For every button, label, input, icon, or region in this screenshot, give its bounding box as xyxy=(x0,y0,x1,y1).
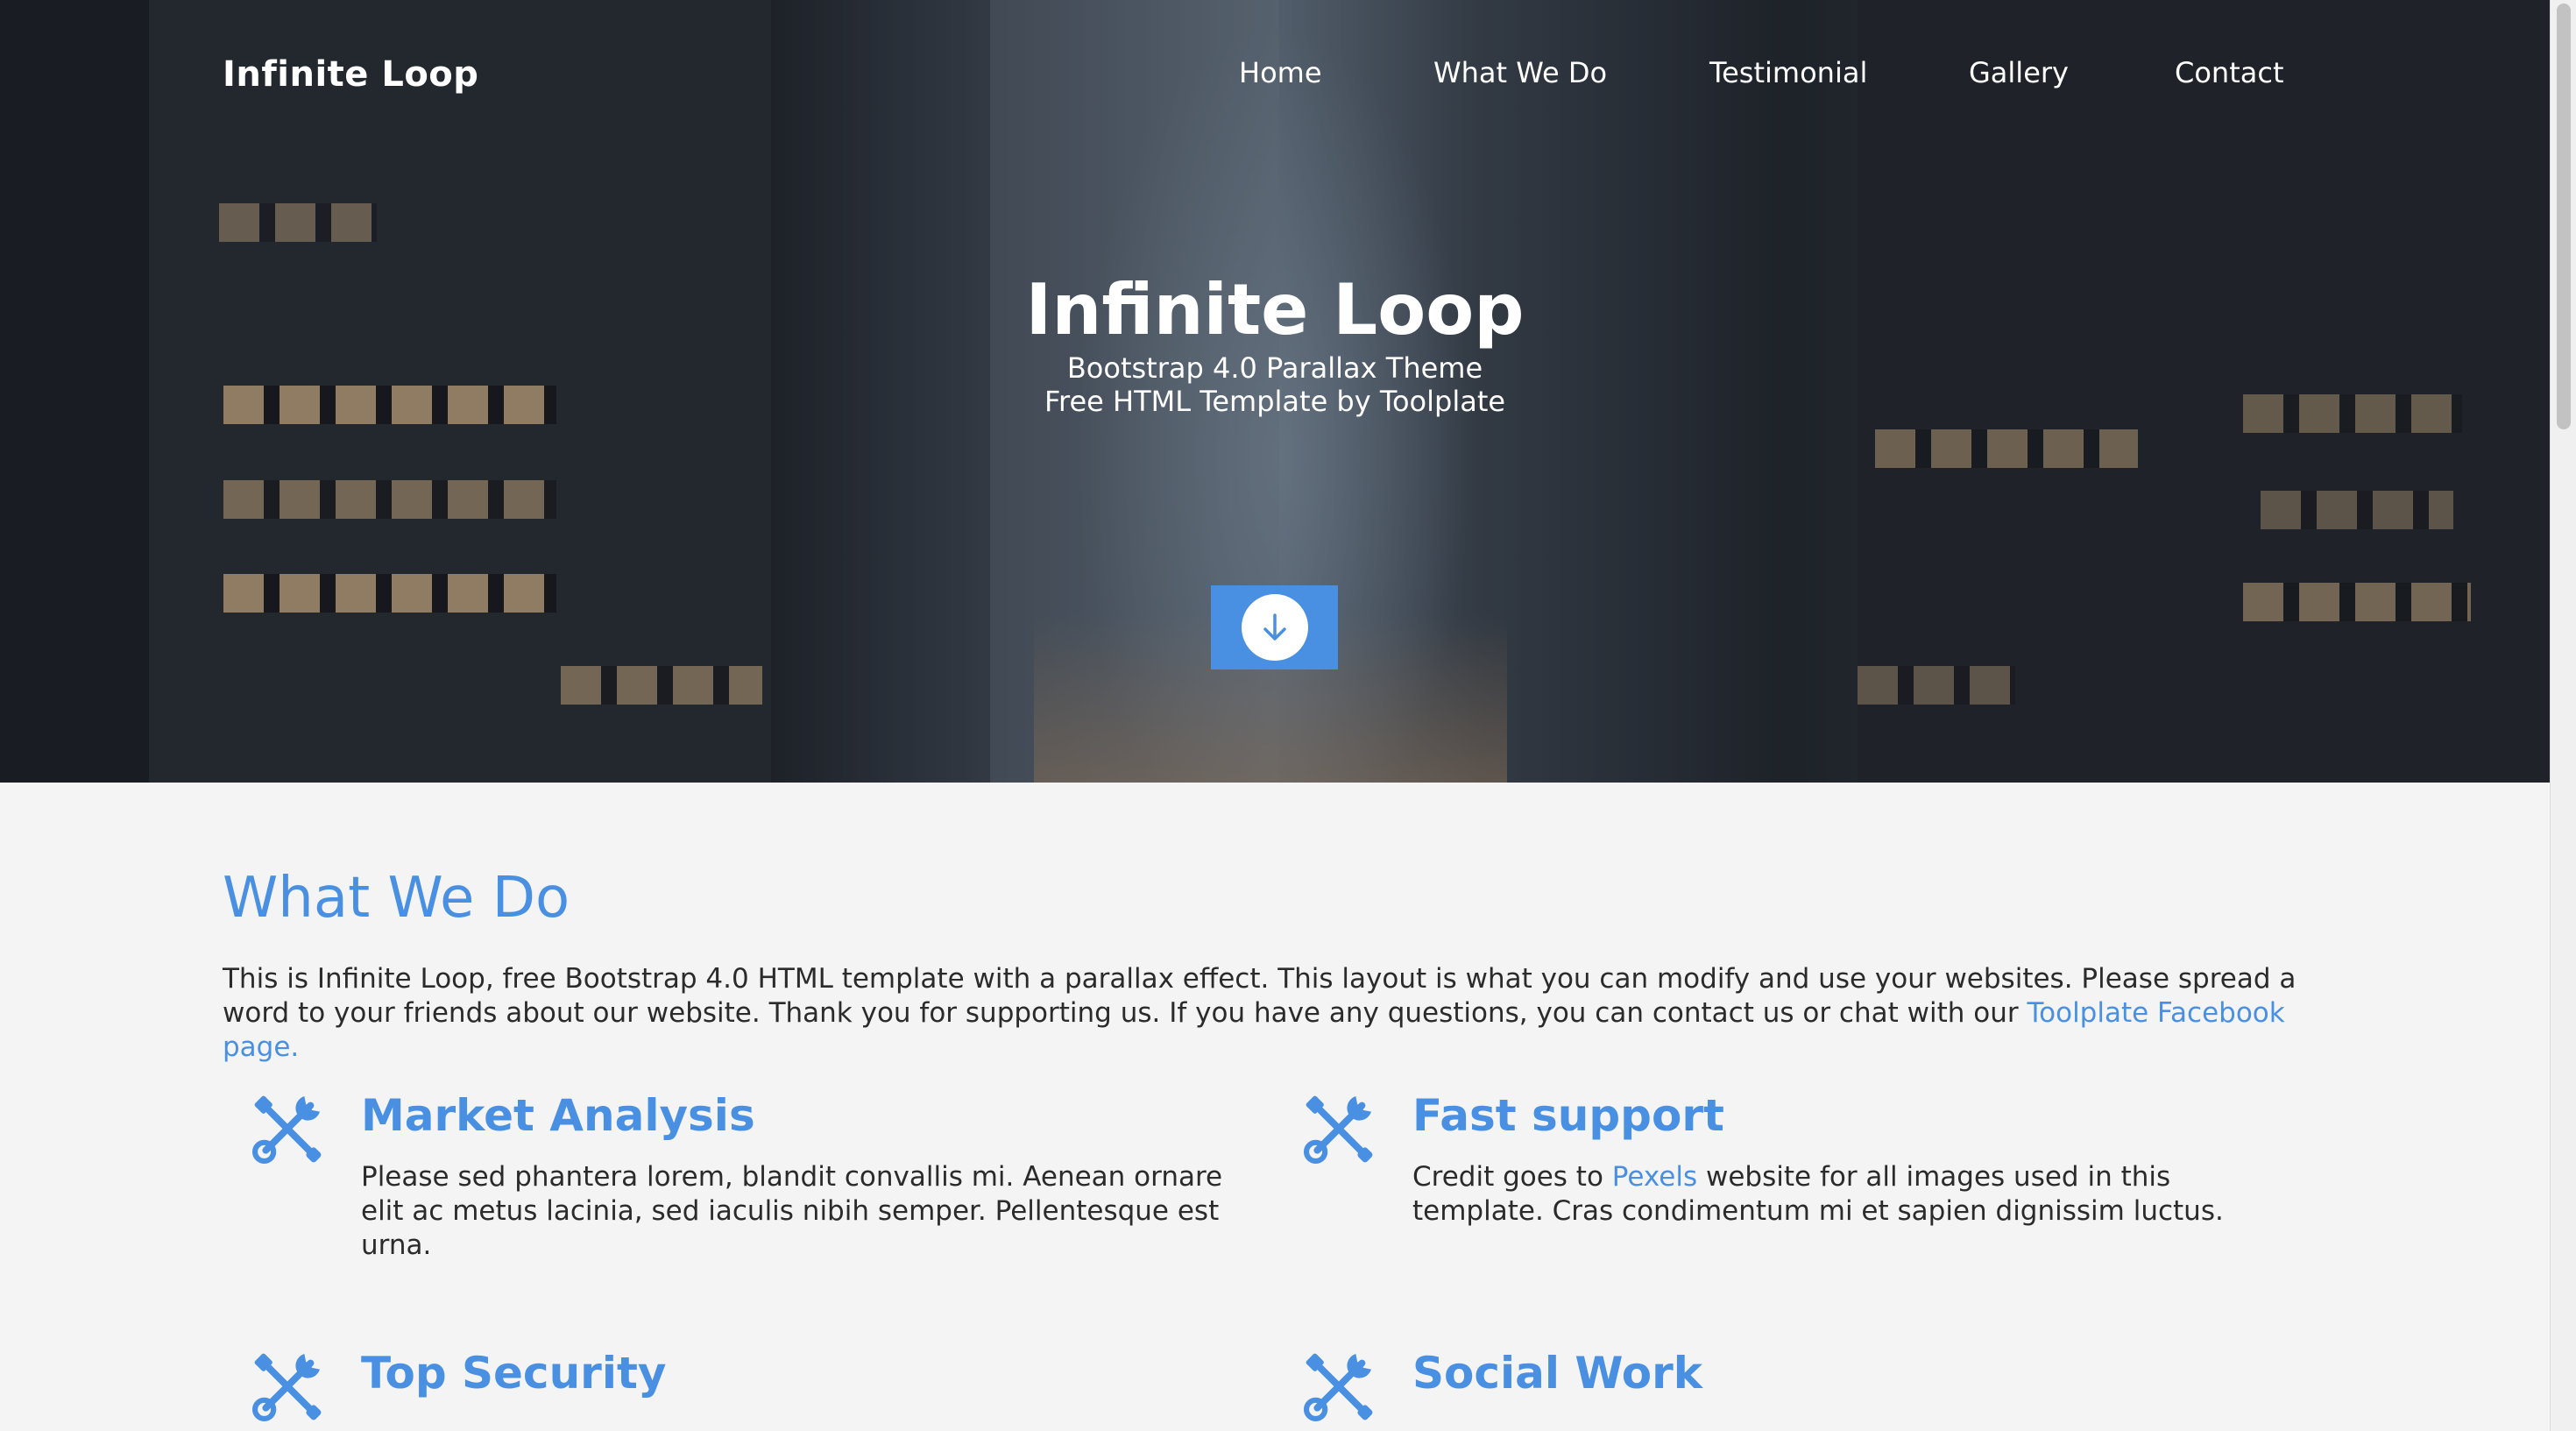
nav-what-we-do[interactable]: What We Do xyxy=(1433,56,1607,89)
feature-title: Top Security xyxy=(361,1348,667,1399)
nav-contact[interactable]: Contact xyxy=(2175,56,2284,89)
arrow-down-icon xyxy=(1263,613,1286,641)
page-scrollbar[interactable] xyxy=(2550,0,2576,1431)
nav-home[interactable]: Home xyxy=(1239,56,1322,89)
feature-title: Fast support xyxy=(1412,1090,1724,1141)
scrollbar-thumb[interactable] xyxy=(2557,4,2571,429)
tools-icon xyxy=(251,1095,322,1165)
feature-title: Social Work xyxy=(1412,1348,1703,1399)
viewport: Infinite Loop Home What We Do Testimonia… xyxy=(0,0,2550,1431)
intro-paragraph: This is Infinite Loop, free Bootstrap 4.… xyxy=(223,962,2343,1065)
hero-subtitle-secondary: Free HTML Template by Toolplate xyxy=(1044,385,1506,418)
hero-subtitle: Bootstrap 4.0 Parallax Theme xyxy=(1066,351,1483,385)
feature-text-before: Credit goes to xyxy=(1412,1161,1612,1193)
scroll-circle xyxy=(1241,594,1308,661)
intro-text: This is Infinite Loop, free Bootstrap 4.… xyxy=(223,963,2296,1029)
main-nav: Home What We Do Testimonial Gallery Cont… xyxy=(0,56,2550,95)
tools-icon xyxy=(1303,1353,1373,1422)
scroll-down-button[interactable] xyxy=(1211,585,1338,669)
feature-text: Please sed phantera lorem, blandit conva… xyxy=(361,1161,1223,1261)
hero-section: Infinite Loop Home What We Do Testimonia… xyxy=(0,0,2550,783)
feature-title: Market Analysis xyxy=(361,1090,755,1141)
hero-title: Infinite Loop xyxy=(1025,269,1525,351)
feature-text: Credit goes to Pexels website for all im… xyxy=(1412,1160,2297,1229)
nav-testimonial[interactable]: Testimonial xyxy=(1709,56,1867,89)
tools-icon xyxy=(251,1353,322,1422)
pexels-link[interactable]: Pexels xyxy=(1612,1161,1697,1193)
nav-gallery[interactable]: Gallery xyxy=(1969,56,2069,89)
section-title: What We Do xyxy=(223,866,570,931)
tools-icon xyxy=(1303,1095,1373,1165)
